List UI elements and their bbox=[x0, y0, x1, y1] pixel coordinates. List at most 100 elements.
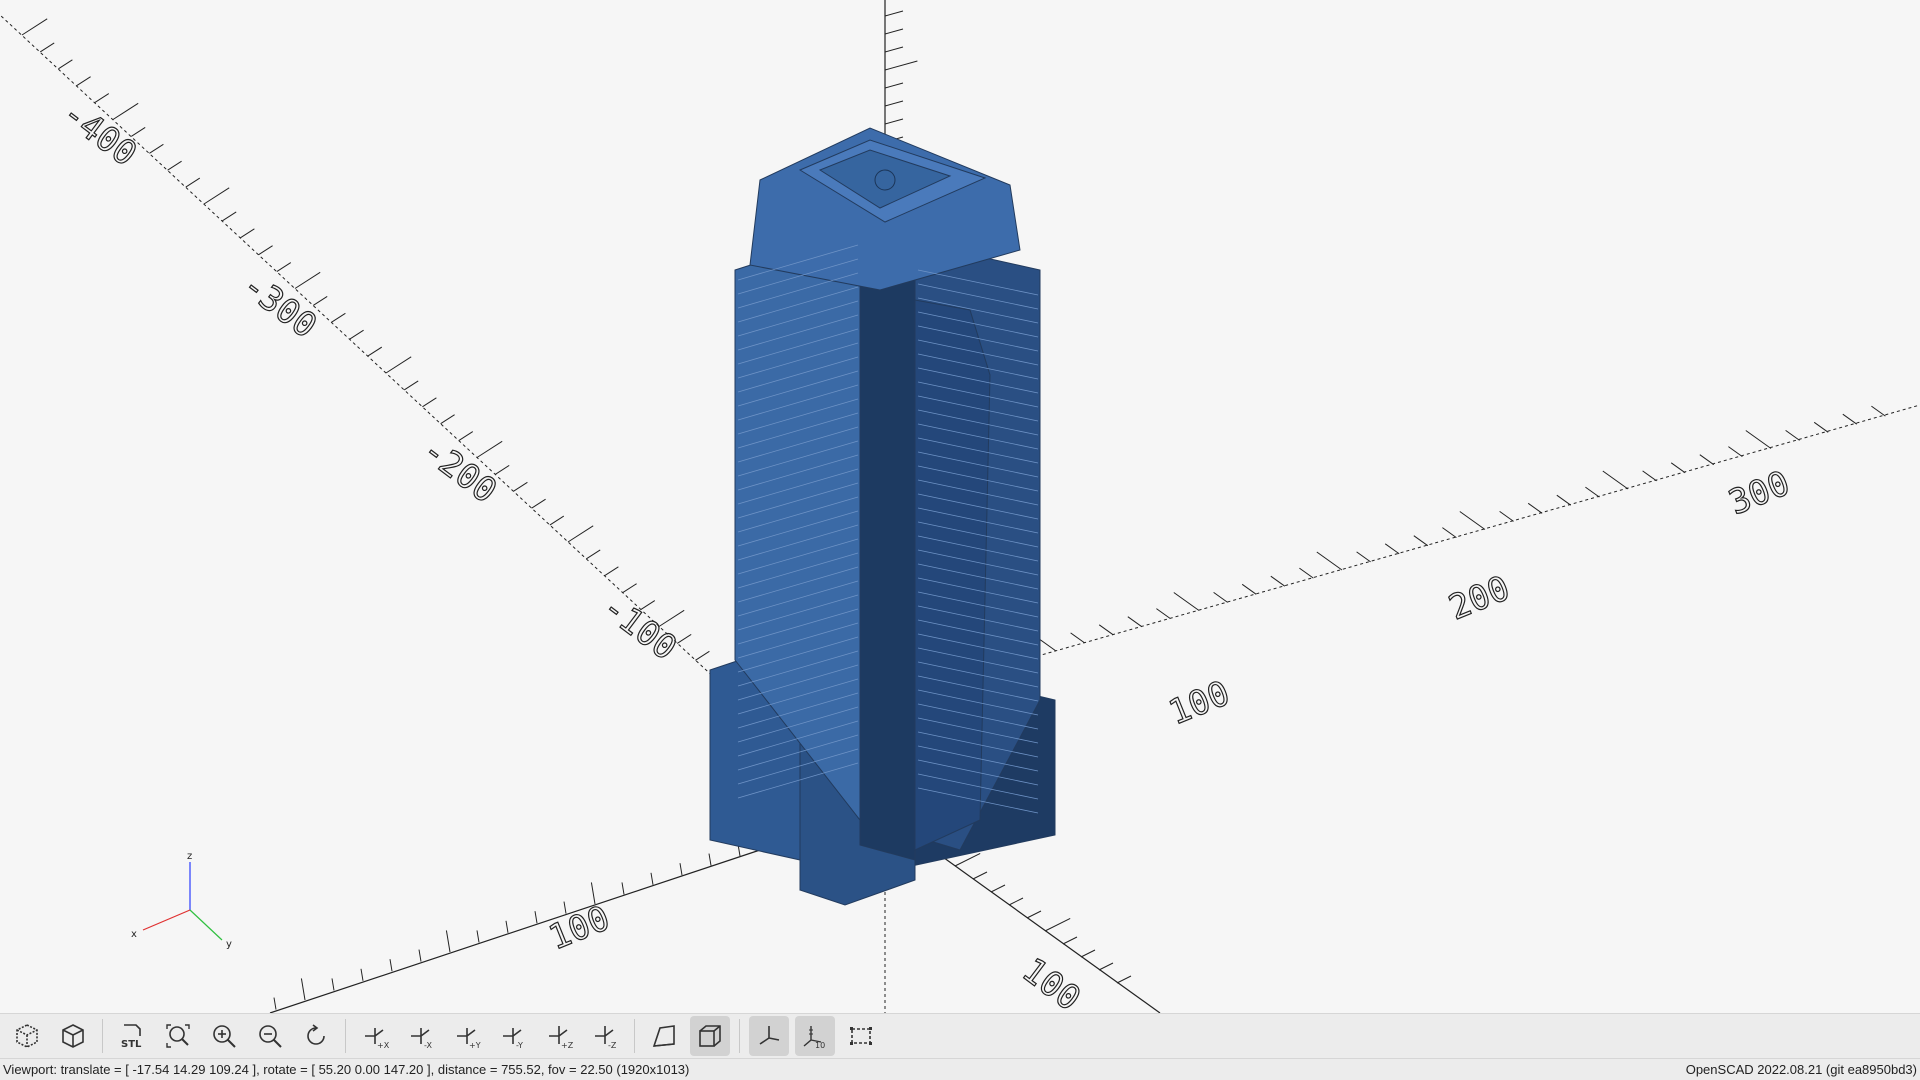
zoom-out-icon bbox=[259, 1025, 282, 1048]
show-edges-icon bbox=[850, 1027, 872, 1045]
toolbar-separator bbox=[634, 1019, 635, 1053]
scale-tick bbox=[440, 414, 455, 425]
scale-tick bbox=[1008, 897, 1024, 906]
export-stl-icon: STL bbox=[121, 1024, 142, 1050]
render-button[interactable] bbox=[53, 1016, 93, 1056]
scale-tick bbox=[531, 498, 546, 509]
scale-tick bbox=[21, 18, 48, 36]
svg-text:+X: +X bbox=[377, 1041, 389, 1050]
export-stl-button[interactable]: STL bbox=[112, 1016, 152, 1056]
scale-tick bbox=[505, 920, 509, 933]
render-icon bbox=[62, 1024, 84, 1048]
show-edges-button[interactable] bbox=[841, 1016, 881, 1056]
scale-tick bbox=[39, 42, 55, 53]
openscad-window: -400 -300 -200 -100 100 200 300 100 100 bbox=[0, 0, 1920, 1080]
axis-indicator-x-label: x bbox=[131, 929, 137, 940]
scale-tick bbox=[1213, 591, 1228, 603]
scale-tick bbox=[585, 549, 601, 560]
svg-text:10: 10 bbox=[815, 1041, 825, 1050]
scale-tick bbox=[1728, 446, 1743, 458]
scale-tick bbox=[1384, 543, 1400, 555]
orthogonal-button[interactable] bbox=[690, 1016, 730, 1056]
zoom-out-button[interactable] bbox=[250, 1016, 290, 1056]
show-scale-icon: 10 bbox=[803, 1026, 825, 1050]
scale-label-y-200: 200 bbox=[1443, 568, 1515, 628]
scale-tick bbox=[476, 930, 480, 943]
scale-label-y-300: 300 bbox=[1723, 463, 1795, 523]
toolbar-separator bbox=[345, 1019, 346, 1053]
scale-tick bbox=[1585, 486, 1600, 498]
toolbar-separator bbox=[102, 1019, 103, 1053]
reset-view-button[interactable] bbox=[296, 1016, 336, 1056]
scale-tick bbox=[185, 177, 201, 188]
scale-tick bbox=[94, 93, 110, 104]
view-left-icon: -X bbox=[411, 1028, 432, 1050]
scale-tick bbox=[604, 566, 619, 577]
view-toolbar: STL +X -X +Y -Y +Z -Z 10 bbox=[0, 1013, 1920, 1058]
zoom-in-icon bbox=[213, 1025, 236, 1048]
axis-indicator-y-label: y bbox=[226, 939, 232, 950]
view-right-button[interactable]: +X bbox=[355, 1016, 395, 1056]
scale-tick bbox=[360, 968, 364, 981]
zoom-in-button[interactable] bbox=[204, 1016, 244, 1056]
scale-tick bbox=[884, 100, 904, 107]
scale-tick bbox=[300, 978, 306, 1001]
view-top-button[interactable]: +Z bbox=[539, 1016, 579, 1056]
scale-tick bbox=[1026, 910, 1042, 919]
view-bottom-button[interactable]: -Z bbox=[585, 1016, 625, 1056]
tower-model bbox=[709, 127, 1056, 906]
svg-text:-Y: -Y bbox=[516, 1041, 523, 1050]
view-front-button[interactable]: -Y bbox=[493, 1016, 533, 1056]
perspective-icon bbox=[652, 1025, 675, 1047]
scale-tick bbox=[1044, 917, 1071, 932]
scale-tick bbox=[534, 911, 538, 924]
scale-tick bbox=[367, 346, 383, 357]
show-axes-button[interactable] bbox=[749, 1016, 789, 1056]
svg-text:+Y: +Y bbox=[469, 1041, 481, 1050]
view-left-button[interactable]: -X bbox=[401, 1016, 441, 1056]
view-back-icon: +Y bbox=[457, 1028, 481, 1050]
scale-tick bbox=[276, 262, 292, 273]
scale-tick bbox=[1813, 421, 1829, 433]
scale-tick bbox=[884, 10, 904, 17]
preview-button[interactable] bbox=[7, 1016, 47, 1056]
scale-tick bbox=[1842, 413, 1858, 425]
status-bar: Viewport: translate = [ -17.54 14.29 109… bbox=[0, 1058, 1920, 1080]
viewport-canvas[interactable]: -400 -300 -200 -100 100 200 300 100 100 bbox=[0, 0, 1920, 1013]
view-top-icon: +Z bbox=[549, 1026, 573, 1050]
scale-tick bbox=[1241, 583, 1257, 595]
scale-tick bbox=[1499, 510, 1514, 522]
scale-tick bbox=[1173, 592, 1200, 611]
scale-tick bbox=[76, 76, 91, 87]
scale-tick bbox=[679, 863, 683, 876]
perspective-button[interactable] bbox=[644, 1016, 684, 1056]
scale-label-px-100: 100 bbox=[1015, 950, 1088, 1013]
view-front-icon: -Y bbox=[503, 1028, 523, 1050]
scale-tick bbox=[1413, 535, 1429, 547]
scale-tick bbox=[1116, 975, 1132, 984]
scale-tick bbox=[1442, 527, 1457, 539]
scale-tick bbox=[445, 930, 451, 953]
view-all-button[interactable] bbox=[158, 1016, 198, 1056]
axis-indicator-x bbox=[142, 909, 191, 931]
scale-tick bbox=[1098, 962, 1114, 971]
scale-tick bbox=[312, 295, 328, 306]
scale-tick bbox=[349, 329, 364, 340]
reset-view-icon bbox=[307, 1024, 325, 1045]
version-status-text: OpenSCAD 2022.08.21 (git ea8950bd3) bbox=[1685, 1062, 1917, 1077]
3d-viewport[interactable]: -400 -300 -200 -100 100 200 300 100 100 bbox=[0, 0, 1920, 1013]
scale-tick bbox=[621, 882, 625, 895]
scale-label-x-100: -100 bbox=[595, 587, 684, 668]
scale-tick bbox=[884, 118, 904, 125]
scale-tick bbox=[1062, 936, 1078, 945]
show-scale-markers-button[interactable]: 10 bbox=[795, 1016, 835, 1056]
scale-tick bbox=[476, 440, 503, 458]
view-back-button[interactable]: +Y bbox=[447, 1016, 487, 1056]
scale-tick bbox=[884, 60, 918, 71]
scale-tick bbox=[1871, 405, 1886, 417]
scale-tick bbox=[494, 464, 510, 475]
viewport-status-text: Viewport: translate = [ -17.54 14.29 109… bbox=[3, 1062, 690, 1077]
view-right-icon: +X bbox=[365, 1028, 389, 1050]
scale-tick bbox=[331, 312, 346, 323]
scale-tick bbox=[167, 160, 182, 171]
